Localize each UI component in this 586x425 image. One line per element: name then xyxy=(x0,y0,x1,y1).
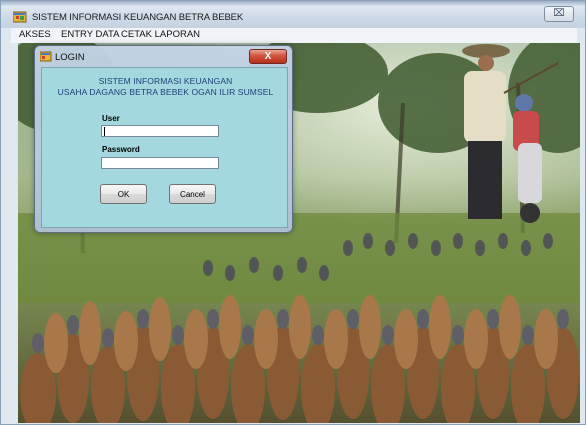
password-label: Password xyxy=(102,145,140,154)
login-dialog: LOGIN X SISTEM INFORMASI KEUANGAN USAHA … xyxy=(34,45,293,233)
title-bar-top-edge xyxy=(1,1,585,6)
user-input[interactable] xyxy=(101,125,219,137)
main-window: SISTEM INFORMASI KEUANGAN BETRA BEBEK ⌧ … xyxy=(0,0,586,425)
text-caret xyxy=(104,127,105,136)
user-label: User xyxy=(102,114,120,123)
app-window-icon xyxy=(13,11,27,23)
login-window-icon xyxy=(40,51,52,62)
login-dialog-title: LOGIN xyxy=(55,52,85,63)
close-window-button[interactable]: ⌧ xyxy=(544,6,574,22)
close-icon: X xyxy=(264,51,272,62)
menu-item-akses[interactable]: AKSES xyxy=(19,29,51,40)
login-heading: SISTEM INFORMASI KEUANGAN xyxy=(98,76,233,86)
login-form: SISTEM INFORMASI KEUANGAN USAHA DAGANG B… xyxy=(41,67,288,228)
main-title-bar[interactable]: SISTEM INFORMASI KEUANGAN BETRA BEBEK ⌧ xyxy=(1,1,585,28)
close-icon: ⌧ xyxy=(553,8,565,19)
menu-bar: AKSES ENTRY DATA CETAK LAPORAN xyxy=(11,28,577,43)
menu-item-entry-data[interactable]: ENTRY DATA xyxy=(61,29,119,40)
ok-button[interactable]: OK xyxy=(100,184,147,204)
window-title: SISTEM INFORMASI KEUANGAN BETRA BEBEK xyxy=(32,12,244,23)
menu-item-cetak-laporan[interactable]: CETAK LAPORAN xyxy=(121,29,200,40)
cancel-button[interactable]: Cancel xyxy=(169,184,216,204)
login-close-button[interactable]: X xyxy=(249,49,287,64)
login-subheading: USAHA DAGANG BETRA BEBEK OGAN ILIR SUMSE… xyxy=(57,87,274,97)
password-input[interactable] xyxy=(101,157,219,169)
